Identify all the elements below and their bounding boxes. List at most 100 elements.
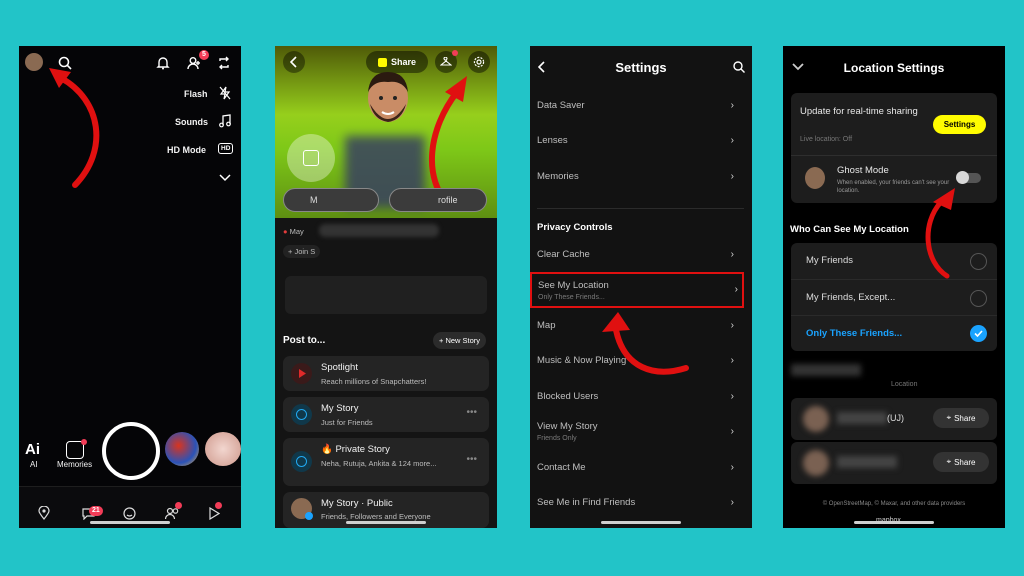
avatar: [805, 167, 825, 189]
option-my-friends-except[interactable]: My Friends, Except...: [791, 279, 997, 316]
chevron-right-icon: ›: [730, 320, 734, 331]
blurred-card: [285, 276, 487, 314]
new-story-label: + New Story: [439, 336, 481, 345]
join-chip[interactable]: + Join S: [283, 245, 321, 258]
flash-off-icon[interactable]: [218, 86, 232, 100]
ghost-mode-toggle[interactable]: [956, 171, 981, 184]
share-button[interactable]: ⌖ Share: [933, 452, 989, 472]
chevron-right-icon: ›: [730, 462, 734, 473]
info-chip-location: ● May: [283, 227, 304, 236]
ghost-mode-label: Ghost Mode: [837, 165, 889, 176]
friend-avatar-blurred: [803, 450, 829, 476]
settings-row-blocked[interactable]: Blocked Users ›: [537, 391, 744, 407]
new-story-button[interactable]: + New Story: [433, 332, 487, 349]
location-settings-title: Location Settings: [843, 61, 945, 75]
friend-name-blurred: [837, 456, 897, 468]
music-note-icon[interactable]: [218, 114, 232, 128]
spotlight-title: Spotlight: [321, 362, 358, 373]
divider: [537, 208, 744, 209]
location-settings-screen: Location Settings Update for real-time s…: [783, 46, 1005, 528]
row-label: View My Story: [537, 421, 598, 432]
ai-icon[interactable]: Ai: [25, 441, 40, 458]
share-button[interactable]: ⌖ Share: [933, 408, 989, 428]
row-label: Contact Me: [537, 462, 586, 473]
lens-thumbnail-1[interactable]: [165, 432, 199, 466]
my-bitmoji-label: M: [310, 195, 318, 205]
home-indicator: [346, 521, 426, 524]
bell-icon[interactable]: [155, 55, 171, 71]
settings-row-data-saver[interactable]: Data Saver ›: [537, 100, 744, 116]
lens-smile-icon[interactable]: [122, 506, 136, 520]
chevron-right-icon: ›: [730, 355, 734, 366]
visibility-options-panel: My Friends My Friends, Except... Only Th…: [791, 243, 997, 351]
option-my-friends[interactable]: My Friends: [791, 243, 997, 279]
sounds-label: Sounds: [175, 117, 208, 127]
row-label: Lenses: [537, 135, 568, 146]
update-realtime-label: Update for real-time sharing: [800, 106, 918, 117]
option-only-these-friends[interactable]: Only These Friends...: [791, 315, 997, 352]
home-indicator: [90, 521, 170, 524]
location-pin-icon: ⌖: [946, 413, 952, 422]
camera-icon: [291, 404, 312, 425]
chevron-right-icon: ›: [734, 284, 738, 295]
row-label: Clear Cache: [537, 249, 590, 260]
settings-row-memories[interactable]: Memories ›: [537, 171, 744, 187]
row-label: See Me in Find Friends: [537, 497, 636, 508]
friend-row-2: ⌖ Share: [791, 442, 997, 484]
private-story-item[interactable]: 🔥 Private Story Neha, Rutuja, Ankita & 1…: [283, 438, 489, 486]
location-partial-label: Location: [891, 381, 918, 388]
divider: [791, 155, 997, 156]
memories-dot: [81, 439, 87, 445]
row-sublabel: Only These Friends...: [538, 294, 605, 301]
home-indicator: [601, 521, 681, 524]
chevron-right-icon: ›: [730, 171, 734, 182]
lens-thumbnail-2[interactable]: [205, 432, 241, 466]
my-story-item[interactable]: My Story Just for Friends •••: [283, 397, 489, 432]
chevron-right-icon: ›: [730, 100, 734, 111]
settings-row-lenses[interactable]: Lenses ›: [537, 135, 744, 151]
settings-row-clear-cache[interactable]: Clear Cache ›: [537, 249, 744, 265]
public-story-title: My Story · Public: [321, 498, 393, 509]
settings-row-view-story[interactable]: View My Story Friends Only ›: [537, 421, 744, 447]
row-label: Data Saver: [537, 100, 585, 111]
live-location-status: Live location: Off: [800, 136, 853, 143]
more-dots-icon[interactable]: •••: [466, 454, 477, 465]
chevron-right-icon: ›: [730, 391, 734, 402]
radio-button: [970, 290, 987, 307]
chevron-down-icon[interactable]: [218, 172, 232, 184]
map-pin-icon[interactable]: [37, 506, 51, 520]
edit-profile-button[interactable]: rofile: [389, 188, 487, 212]
back-button[interactable]: [283, 51, 305, 73]
my-bitmoji-button[interactable]: M: [283, 188, 379, 212]
red-arrow-pointer: [49, 68, 100, 188]
camera-screen: 5 Flash Sounds HD Mode HD Ai AI Memories…: [19, 46, 241, 528]
post-to-heading: Post to...: [283, 335, 326, 346]
map-attribution: © OpenStreetMap, © Maxar, and other data…: [822, 501, 966, 507]
add-icon: [305, 512, 313, 520]
chevron-right-icon: ›: [730, 135, 734, 146]
flip-camera-icon[interactable]: [216, 55, 232, 71]
row-label: See My Location: [538, 280, 609, 291]
share-label: Share: [954, 413, 976, 423]
my-story-title: My Story: [321, 403, 359, 414]
more-dots-icon[interactable]: •••: [466, 407, 477, 418]
ai-label: AI: [30, 460, 38, 469]
snapcode-icon: [377, 57, 387, 67]
settings-row-contact[interactable]: Contact Me ›: [537, 462, 744, 478]
edit-profile-label: rofile: [438, 195, 458, 205]
settings-row-find-friends[interactable]: See Me in Find Friends ›: [537, 497, 744, 513]
location-pin-icon: ⌖: [946, 457, 952, 466]
spotlight-item[interactable]: Spotlight Reach millions of Snapchatters…: [283, 356, 489, 391]
camera-icon: [291, 451, 312, 472]
checkmark-icon: [970, 325, 987, 342]
see-my-location-row[interactable]: See My Location Only These Friends... ›: [530, 272, 744, 308]
chevron-right-icon: ›: [730, 426, 734, 437]
friend-name-blurred: [837, 412, 887, 424]
search-icon[interactable]: [732, 60, 746, 74]
settings-title: Settings: [615, 60, 667, 75]
capture-button[interactable]: [102, 422, 160, 480]
settings-button[interactable]: Settings: [933, 115, 986, 134]
hd-icon[interactable]: HD: [218, 143, 234, 154]
friend-avatar-blurred: [803, 406, 829, 432]
red-arrow-pointer: [925, 188, 955, 279]
